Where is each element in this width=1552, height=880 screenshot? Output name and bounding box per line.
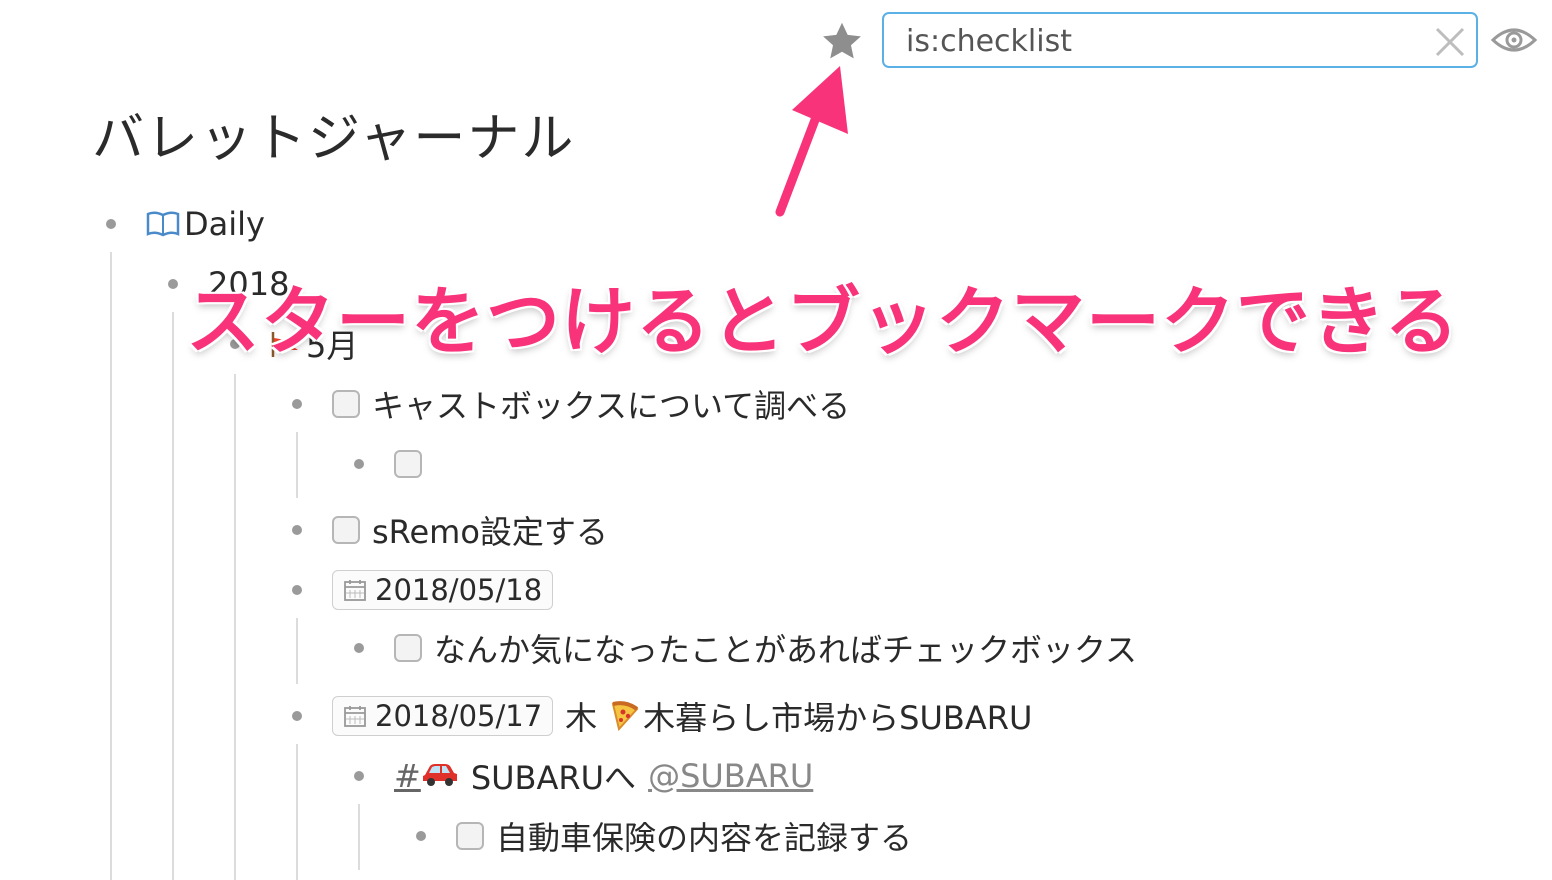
indent-guide bbox=[358, 804, 360, 870]
close-icon[interactable] bbox=[1432, 24, 1468, 60]
list-item-task[interactable]: キャストボックスについて調べる bbox=[292, 382, 850, 426]
bullet[interactable] bbox=[292, 711, 302, 721]
item-text[interactable]: SUBARUへ bbox=[471, 753, 636, 799]
list-item-task[interactable]: 自動車保険の内容を記録する bbox=[416, 814, 912, 858]
item-text[interactable]: なんか気になったことがあればチェックボックス bbox=[434, 625, 1137, 671]
book-icon bbox=[146, 210, 180, 238]
indent-guide bbox=[172, 312, 174, 880]
list-item-empty-task[interactable] bbox=[354, 442, 434, 486]
checkbox[interactable] bbox=[332, 516, 360, 544]
bullet[interactable] bbox=[292, 525, 302, 535]
search-box bbox=[882, 12, 1478, 68]
indent-guide bbox=[234, 374, 236, 880]
bullet[interactable] bbox=[416, 831, 426, 841]
bullet[interactable] bbox=[292, 399, 302, 409]
annotation-text: スターをつけるとブックマークできる bbox=[186, 279, 1460, 365]
indent-guide bbox=[110, 252, 112, 880]
calendar-icon bbox=[344, 580, 366, 601]
list-item-task[interactable]: sRemo設定する bbox=[292, 508, 608, 552]
date-chip[interactable]: 2018/05/18 bbox=[332, 570, 554, 610]
star-bookmark-button[interactable] bbox=[818, 18, 866, 66]
calendar-icon bbox=[344, 706, 366, 727]
bullet[interactable] bbox=[106, 219, 116, 229]
list-item-tag[interactable]: # SUBARUへ @SUBARU bbox=[354, 754, 813, 798]
search-input[interactable] bbox=[904, 20, 1428, 62]
bullet[interactable] bbox=[168, 279, 178, 289]
item-text[interactable]: 自動車保険の内容を記録する bbox=[496, 813, 912, 859]
item-text[interactable]: 木暮らし市場からSUBARU bbox=[643, 693, 1032, 739]
checkbox[interactable] bbox=[456, 822, 484, 850]
pizza-icon bbox=[609, 701, 639, 731]
list-item-date[interactable]: 2018/05/17 木 木暮らし市場からSUBARU bbox=[292, 694, 1032, 738]
bullet[interactable] bbox=[354, 643, 364, 653]
checkbox[interactable] bbox=[332, 390, 360, 418]
item-text[interactable]: キャストボックスについて調べる bbox=[372, 381, 850, 427]
indent-guide bbox=[296, 618, 298, 684]
date-text: 2018/05/17 bbox=[375, 699, 543, 733]
list-item-date[interactable]: 2018/05/18 bbox=[292, 568, 565, 612]
date-text: 2018/05/18 bbox=[375, 573, 543, 607]
annotation-arrow bbox=[775, 66, 848, 217]
indent-guide bbox=[296, 744, 298, 880]
item-text[interactable]: sRemo設定する bbox=[372, 507, 608, 553]
tag-hash: # bbox=[394, 757, 421, 795]
checkbox[interactable] bbox=[394, 450, 422, 478]
mention-link[interactable]: @SUBARU bbox=[648, 757, 813, 795]
bullet[interactable] bbox=[292, 585, 302, 595]
item-text[interactable]: Daily bbox=[184, 205, 265, 243]
eye-icon[interactable] bbox=[1490, 22, 1538, 58]
list-item-daily[interactable]: Daily bbox=[106, 202, 265, 246]
star-icon bbox=[823, 22, 861, 59]
tag-link[interactable]: # bbox=[394, 757, 463, 795]
item-text-prefix[interactable]: 木 bbox=[565, 693, 597, 739]
list-item-task[interactable]: なんか気になったことがあればチェックボックス bbox=[354, 626, 1137, 670]
car-icon bbox=[421, 761, 459, 787]
checkbox[interactable] bbox=[394, 634, 422, 662]
indent-guide bbox=[296, 432, 298, 498]
date-chip[interactable]: 2018/05/17 bbox=[332, 696, 554, 736]
bullet[interactable] bbox=[354, 771, 364, 781]
bullet[interactable] bbox=[354, 459, 364, 469]
page-title: バレットジャーナル bbox=[92, 109, 576, 169]
